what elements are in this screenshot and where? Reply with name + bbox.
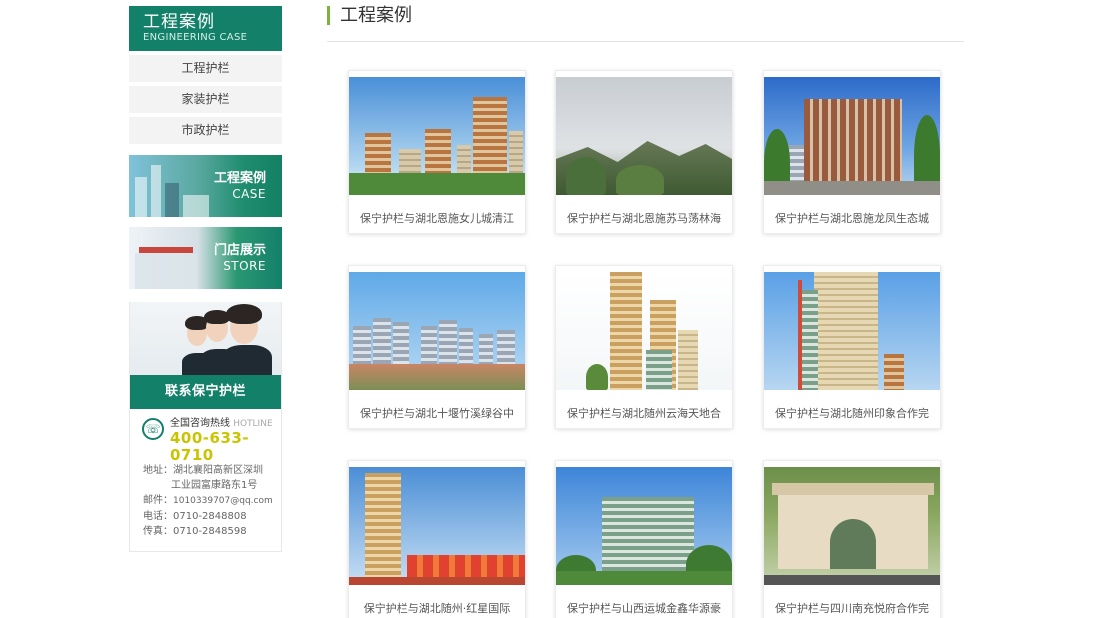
case-image[interactable] (556, 77, 732, 195)
case-caption[interactable]: 保宁护栏与湖北恩施女儿城清江 (349, 210, 525, 226)
hotline-label-cn: 全国咨询热线 (170, 418, 230, 429)
photo-shape (226, 304, 262, 324)
address-line2: 工业园富康路东1号 (171, 480, 258, 491)
case-caption[interactable]: 保宁护栏与湖北恩施苏马荡林海 (556, 210, 732, 226)
banner-title: 工程案例 (213, 171, 266, 186)
image-shape (646, 350, 672, 390)
case-image[interactable] (764, 467, 940, 585)
photo-shape (222, 345, 272, 375)
phone-row: 电话：0710-2848808 (143, 509, 281, 524)
case-card[interactable]: 保宁护栏与湖北十堰竹溪绿谷中 (348, 265, 526, 429)
sidebar: 工程案例 ENGINEERING CASE 工程护栏 家装护栏 市政护栏 工程案… (129, 6, 282, 552)
email-row: 邮件：1010339707@qq.com (143, 493, 281, 509)
main-content: 工程案例 (327, 6, 964, 42)
image-shape (830, 519, 876, 569)
sidebar-item-engineering-railing[interactable]: 工程护栏 (129, 55, 282, 82)
banner-store-display[interactable]: 门店展示 STORE (129, 227, 282, 289)
sidebar-item-home-railing[interactable]: 家装护栏 (129, 86, 282, 113)
case-card[interactable]: 保宁护栏与湖北恩施苏马荡林海 (555, 70, 733, 234)
case-image[interactable] (556, 467, 732, 585)
case-image[interactable] (556, 272, 732, 390)
case-caption[interactable]: 保宁护栏与湖北随州云海天地合 (556, 405, 732, 421)
case-caption[interactable]: 保宁护栏与湖北十堰竹溪绿谷中 (349, 405, 525, 421)
contact-box: 联系保宁护栏 ☏ 全国咨询热线 HOTLINE 400-633-0710 地址：… (129, 302, 282, 552)
sidebar-header-title: 工程案例 (143, 12, 215, 32)
case-image[interactable] (349, 272, 525, 390)
image-shape (616, 165, 664, 195)
banner-building-shape (165, 183, 179, 217)
sidebar-menu: 工程护栏 家装护栏 市政护栏 (129, 55, 282, 144)
case-card[interactable]: 保宁护栏与山西运城金鑫华源豪 (555, 460, 733, 618)
sidebar-header: 工程案例 ENGINEERING CASE (129, 6, 282, 51)
sidebar-item-municipal-railing[interactable]: 市政护栏 (129, 117, 282, 144)
page-title: 工程案例 (327, 6, 964, 42)
page-title-text: 工程案例 (340, 5, 412, 26)
case-caption[interactable]: 保宁护栏与四川南充悦府合作完 (764, 600, 940, 616)
address-line1: 湖北襄阳高新区深圳 (173, 465, 263, 476)
fax-value: 0710-2848598 (173, 526, 247, 537)
hotline-number[interactable]: 400-633-0710 (170, 430, 281, 464)
image-shape (365, 473, 401, 585)
phone-label: 电话： (143, 511, 173, 522)
email-value[interactable]: 1010339707@qq.com (173, 496, 273, 506)
banner-store-sign-shape (139, 247, 193, 253)
case-card[interactable]: 保宁护栏与湖北恩施龙凤生态城 (763, 70, 941, 234)
banner-store-shape (135, 253, 197, 289)
case-caption[interactable]: 保宁护栏与湖北恩施龙凤生态城 (764, 210, 940, 226)
image-shape (349, 364, 525, 390)
banner-subtitle: STORE (223, 259, 266, 273)
image-shape (814, 272, 878, 390)
case-card[interactable]: 保宁护栏与湖北随州印象合作完 (763, 265, 941, 429)
case-image[interactable] (349, 467, 525, 585)
contact-title: 联系保宁护栏 (130, 375, 281, 409)
address-row: 地址：湖北襄阳高新区深圳 工业园富康路东1号 (143, 463, 281, 493)
image-shape (678, 330, 698, 390)
case-caption[interactable]: 保宁护栏与湖北随州·红星国际 (349, 600, 525, 616)
case-card[interactable]: 保宁护栏与湖北恩施女儿城清江 (348, 70, 526, 234)
banner-engineering-case-text: 工程案例 CASE (214, 171, 266, 202)
case-image[interactable] (764, 77, 940, 195)
case-card[interactable]: 保宁护栏与湖北随州云海天地合 (555, 265, 733, 429)
hotline-label-en: HOTLINE (233, 419, 273, 429)
image-shape (349, 173, 525, 195)
phone-value: 0710-2848808 (173, 511, 247, 522)
email-label: 邮件： (143, 495, 173, 506)
image-shape (349, 577, 525, 585)
sidebar-header-subtitle: ENGINEERING CASE (143, 32, 248, 43)
fax-label: 传真： (143, 526, 173, 537)
case-image[interactable] (349, 77, 525, 195)
banner-building-shape (183, 195, 209, 217)
image-shape (800, 290, 818, 390)
image-shape (798, 280, 802, 390)
fax-row: 传真：0710-2848598 (143, 524, 281, 539)
banner-store-display-text: 门店展示 STORE (214, 243, 266, 274)
case-image[interactable] (764, 272, 940, 390)
image-shape (884, 354, 904, 390)
banner-subtitle: CASE (232, 187, 266, 201)
banner-title: 门店展示 (213, 243, 266, 258)
banner-building-shape (135, 177, 147, 217)
banner-engineering-case[interactable]: 工程案例 CASE (129, 155, 282, 217)
case-caption[interactable]: 保宁护栏与山西运城金鑫华源豪 (556, 600, 732, 616)
image-shape (566, 157, 606, 195)
title-accent-bar (327, 6, 330, 25)
image-shape (764, 181, 940, 195)
case-card[interactable]: 保宁护栏与四川南充悦府合作完 (763, 460, 941, 618)
case-caption[interactable]: 保宁护栏与湖北随州印象合作完 (764, 405, 940, 421)
image-shape (610, 272, 642, 390)
customer-service-photo (130, 302, 281, 375)
image-shape (772, 483, 934, 495)
banner-building-shape (151, 165, 161, 217)
phone-icon: ☏ (142, 418, 164, 440)
image-shape (764, 575, 940, 585)
contact-info: 地址：湖北襄阳高新区深圳 工业园富康路东1号 邮件：1010339707@qq.… (130, 451, 281, 551)
hotline-text: 全国咨询热线 HOTLINE 400-633-0710 (170, 418, 281, 464)
case-card[interactable]: 保宁护栏与湖北随州·红星国际 (348, 460, 526, 618)
hotline-block: ☏ 全国咨询热线 HOTLINE 400-633-0710 (130, 409, 281, 464)
address-label: 地址： (143, 465, 173, 476)
image-shape (586, 364, 608, 390)
image-shape (772, 483, 934, 569)
image-shape (556, 571, 732, 585)
